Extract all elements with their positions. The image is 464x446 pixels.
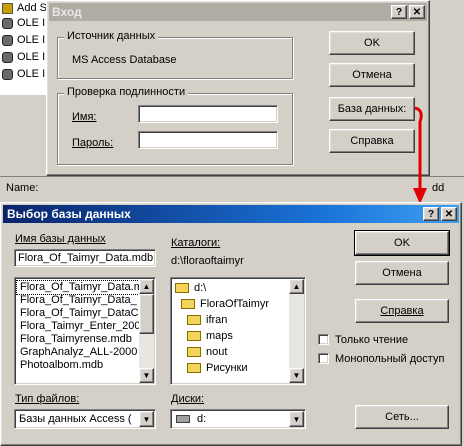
folder-icon — [187, 331, 201, 342]
database-icon — [2, 68, 13, 80]
folder-item[interactable]: maps — [187, 330, 233, 342]
folder-icon — [187, 347, 201, 358]
catalogs-path: d:\floraoftaimyr — [171, 255, 244, 267]
chevron-down-icon[interactable]: ▼ — [139, 411, 154, 427]
auth-group-title: Проверка подлинности — [64, 86, 189, 98]
select-db-title: Выбор базы данных — [7, 207, 131, 221]
scroll-thumb[interactable] — [139, 294, 154, 334]
list-item[interactable]: Flora_Of_Taimyr_Data.m — [16, 280, 140, 295]
readonly-label: Только чтение — [335, 334, 409, 346]
db-name-label: Имя базы данных — [15, 233, 106, 245]
auth-group: Проверка подлинности Имя: Пароль: — [57, 86, 293, 165]
background-name-label: Name: — [6, 182, 39, 194]
scroll-up-icon[interactable]: ▲ — [289, 279, 304, 294]
file-list-items: Flora_Of_Taimyr_Data.m Flora_Of_Taimyr_D… — [16, 280, 140, 372]
scroll-up-icon[interactable]: ▲ — [139, 279, 154, 294]
background-list-item[interactable]: OLE I — [2, 34, 45, 46]
folder-icon — [187, 363, 201, 374]
source-value: MS Access Database — [72, 54, 177, 66]
background-list-item[interactable]: OLE I — [2, 51, 45, 63]
login-ok-button[interactable]: OK — [329, 31, 415, 55]
folder-icon — [187, 315, 201, 326]
scroll-down-icon[interactable]: ▼ — [289, 368, 304, 383]
file-type-label: Тип файлов: — [15, 393, 80, 405]
list-item[interactable]: Photoalbom.mdb — [17, 359, 139, 372]
folder-item[interactable]: ifran — [187, 314, 227, 326]
folder-item[interactable]: Рисунки — [187, 362, 248, 374]
folder-item[interactable]: FloraOfTaimyr — [181, 298, 269, 310]
name-input[interactable] — [138, 105, 278, 123]
folder-list[interactable]: d:\ FloraOfTaimyr ifran maps nout Рисунк… — [170, 277, 306, 385]
password-label: Пароль: — [72, 137, 114, 149]
background-divider — [0, 176, 464, 177]
drive-select[interactable]: d: ▼ — [170, 409, 306, 429]
background-list-item[interactable]: Add S — [2, 2, 47, 14]
drives-label: Диски: — [171, 393, 205, 405]
network-button[interactable]: Сеть... — [355, 405, 449, 429]
close-title-button[interactable]: ✕ — [409, 5, 425, 19]
red-arrow — [413, 106, 427, 204]
select-help-button[interactable]: Справка — [355, 299, 449, 323]
close-title-button[interactable]: ✕ — [441, 207, 457, 221]
select-ok-button[interactable]: OK — [354, 230, 450, 256]
select-db-title-bar: Выбор базы данных ? ✕ — [3, 205, 459, 223]
drive-icon — [176, 415, 190, 423]
file-list-scrollbar[interactable]: ▲ ▼ — [139, 279, 154, 383]
login-dialog: Вход ? ✕ Источник данных MS Access Datab… — [46, 0, 430, 176]
source-group: Источник данных MS Access Database — [57, 30, 293, 79]
list-item[interactable]: Flora_Taimyrense.mdb — [17, 333, 139, 346]
list-item[interactable]: Flora_Taimyr_Enter_200 — [17, 320, 139, 333]
exclusive-label: Монопольный доступ — [335, 353, 445, 365]
chevron-down-icon[interactable]: ▼ — [289, 411, 304, 427]
help-title-button[interactable]: ? — [391, 5, 407, 19]
help-title-button[interactable]: ? — [423, 207, 439, 221]
readonly-checkbox[interactable] — [318, 334, 329, 345]
background-list-item[interactable]: OLE I — [2, 68, 45, 80]
login-title: Вход — [52, 5, 82, 19]
name-label: Имя: — [72, 111, 97, 123]
select-cancel-button[interactable]: Отмена — [355, 261, 449, 285]
scroll-down-icon[interactable]: ▼ — [139, 368, 154, 383]
file-list[interactable]: Flora_Of_Taimyr_Data.m Flora_Of_Taimyr_D… — [14, 277, 156, 385]
background-list-item[interactable]: OLE I — [2, 17, 45, 29]
password-input[interactable] — [138, 131, 278, 149]
background-add-label: dd — [432, 182, 445, 194]
select-db-dialog: Выбор базы данных ? ✕ Имя базы данных Fl… — [0, 202, 462, 446]
database-icon — [2, 17, 13, 29]
open-folder-icon — [181, 299, 195, 310]
file-type-select[interactable]: Базы данных Access ( ▼ — [14, 409, 156, 429]
database-icon — [2, 34, 13, 46]
key-icon — [2, 2, 13, 14]
login-title-bar: Вход ? ✕ — [49, 3, 427, 21]
folder-item[interactable]: d:\ — [175, 282, 206, 294]
source-group-title: Источник данных — [64, 30, 159, 42]
open-folder-icon — [175, 283, 189, 294]
list-item[interactable]: Flora_Of_Taimyr_DataC — [17, 307, 139, 320]
list-item[interactable]: Flora_Of_Taimyr_Data_ — [17, 294, 139, 307]
db-name-input[interactable]: Flora_Of_Taimyr_Data.mdb — [14, 249, 156, 267]
folder-list-scrollbar[interactable]: ▲ ▼ — [289, 279, 304, 383]
login-cancel-button[interactable]: Отмена — [329, 63, 415, 87]
catalogs-label: Каталоги: — [171, 237, 221, 249]
list-item[interactable]: GraphAnalyz_ALL-2000 — [17, 346, 139, 359]
folder-item[interactable]: nout — [187, 346, 227, 358]
database-icon — [2, 51, 13, 63]
exclusive-checkbox[interactable] — [318, 353, 329, 364]
